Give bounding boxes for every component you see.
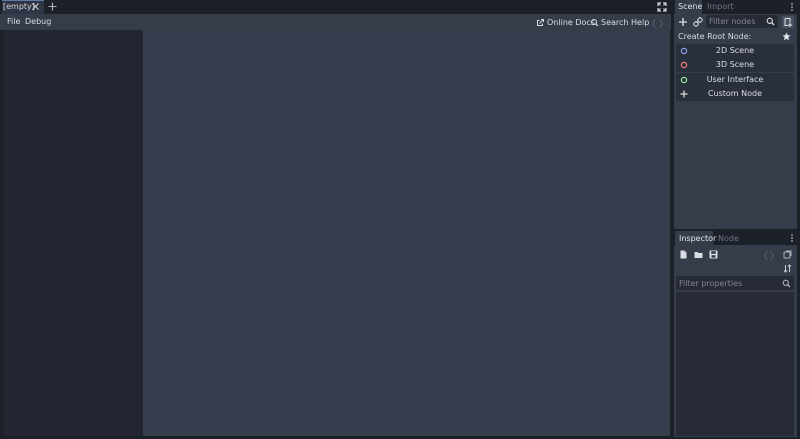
dock-menu-icon[interactable] bbox=[790, 233, 794, 243]
3d-scene-label: 3D Scene bbox=[715, 60, 755, 69]
online-docs-button[interactable]: Online Docs bbox=[536, 16, 595, 28]
script-list-panel[interactable] bbox=[4, 30, 143, 436]
load-folder-icon[interactable] bbox=[694, 250, 703, 259]
save-icon[interactable] bbox=[709, 250, 718, 259]
history-forward-button[interactable]: 〉 bbox=[659, 17, 668, 30]
create-root-node-label: Create Root Node: bbox=[678, 32, 752, 41]
online-docs-label: Online Docs bbox=[547, 17, 595, 27]
script-tab-bar bbox=[0, 0, 671, 14]
object-history-icon[interactable] bbox=[783, 250, 792, 259]
user-interface-label: User Interface bbox=[706, 75, 764, 84]
inspector-forward-button[interactable]: 〉 bbox=[770, 249, 779, 262]
attach-script-icon[interactable] bbox=[782, 16, 794, 28]
tab-inspector-label: Inspector bbox=[679, 234, 717, 243]
close-icon[interactable] bbox=[31, 2, 40, 11]
sort-icon[interactable] bbox=[783, 264, 792, 273]
search-icon bbox=[782, 279, 791, 288]
new-resource-icon[interactable] bbox=[679, 250, 688, 259]
custom-node-label: Custom Node bbox=[707, 89, 763, 98]
scene-tree-area[interactable] bbox=[676, 103, 794, 227]
script-editor-area[interactable] bbox=[143, 30, 670, 436]
tab-import[interactable]: Import bbox=[707, 2, 734, 11]
add-tab-icon[interactable] bbox=[47, 1, 58, 12]
tab-scene-label: Scene bbox=[678, 2, 703, 11]
filter-properties-input[interactable] bbox=[676, 276, 794, 290]
tab-node[interactable]: Node bbox=[718, 234, 739, 243]
favorite-star-icon[interactable] bbox=[782, 32, 791, 41]
external-link-icon bbox=[536, 18, 545, 27]
inspector-properties-area[interactable] bbox=[676, 292, 794, 436]
2d-scene-button[interactable]: 2D Scene bbox=[676, 44, 794, 58]
3d-scene-button[interactable]: 3D Scene bbox=[676, 58, 794, 72]
search-help-label: Search Help bbox=[601, 17, 650, 27]
expand-icon[interactable] bbox=[657, 2, 667, 12]
user-interface-button[interactable]: User Interface bbox=[676, 73, 794, 87]
inspector-back-button[interactable]: 〈 bbox=[759, 249, 768, 262]
debug-menu[interactable]: Debug bbox=[25, 17, 51, 26]
search-help-button[interactable]: Search Help bbox=[590, 16, 649, 28]
file-menu[interactable]: File bbox=[7, 17, 20, 26]
history-back-button[interactable]: 〈 bbox=[647, 17, 656, 30]
add-node-icon[interactable] bbox=[678, 17, 688, 27]
2d-scene-label: 2D Scene bbox=[715, 46, 755, 55]
search-icon bbox=[766, 17, 775, 26]
custom-node-button[interactable]: Custom Node bbox=[676, 87, 794, 101]
help-search-icon bbox=[590, 18, 599, 27]
instance-scene-icon[interactable] bbox=[693, 17, 703, 27]
dock-menu-icon[interactable] bbox=[790, 2, 794, 12]
